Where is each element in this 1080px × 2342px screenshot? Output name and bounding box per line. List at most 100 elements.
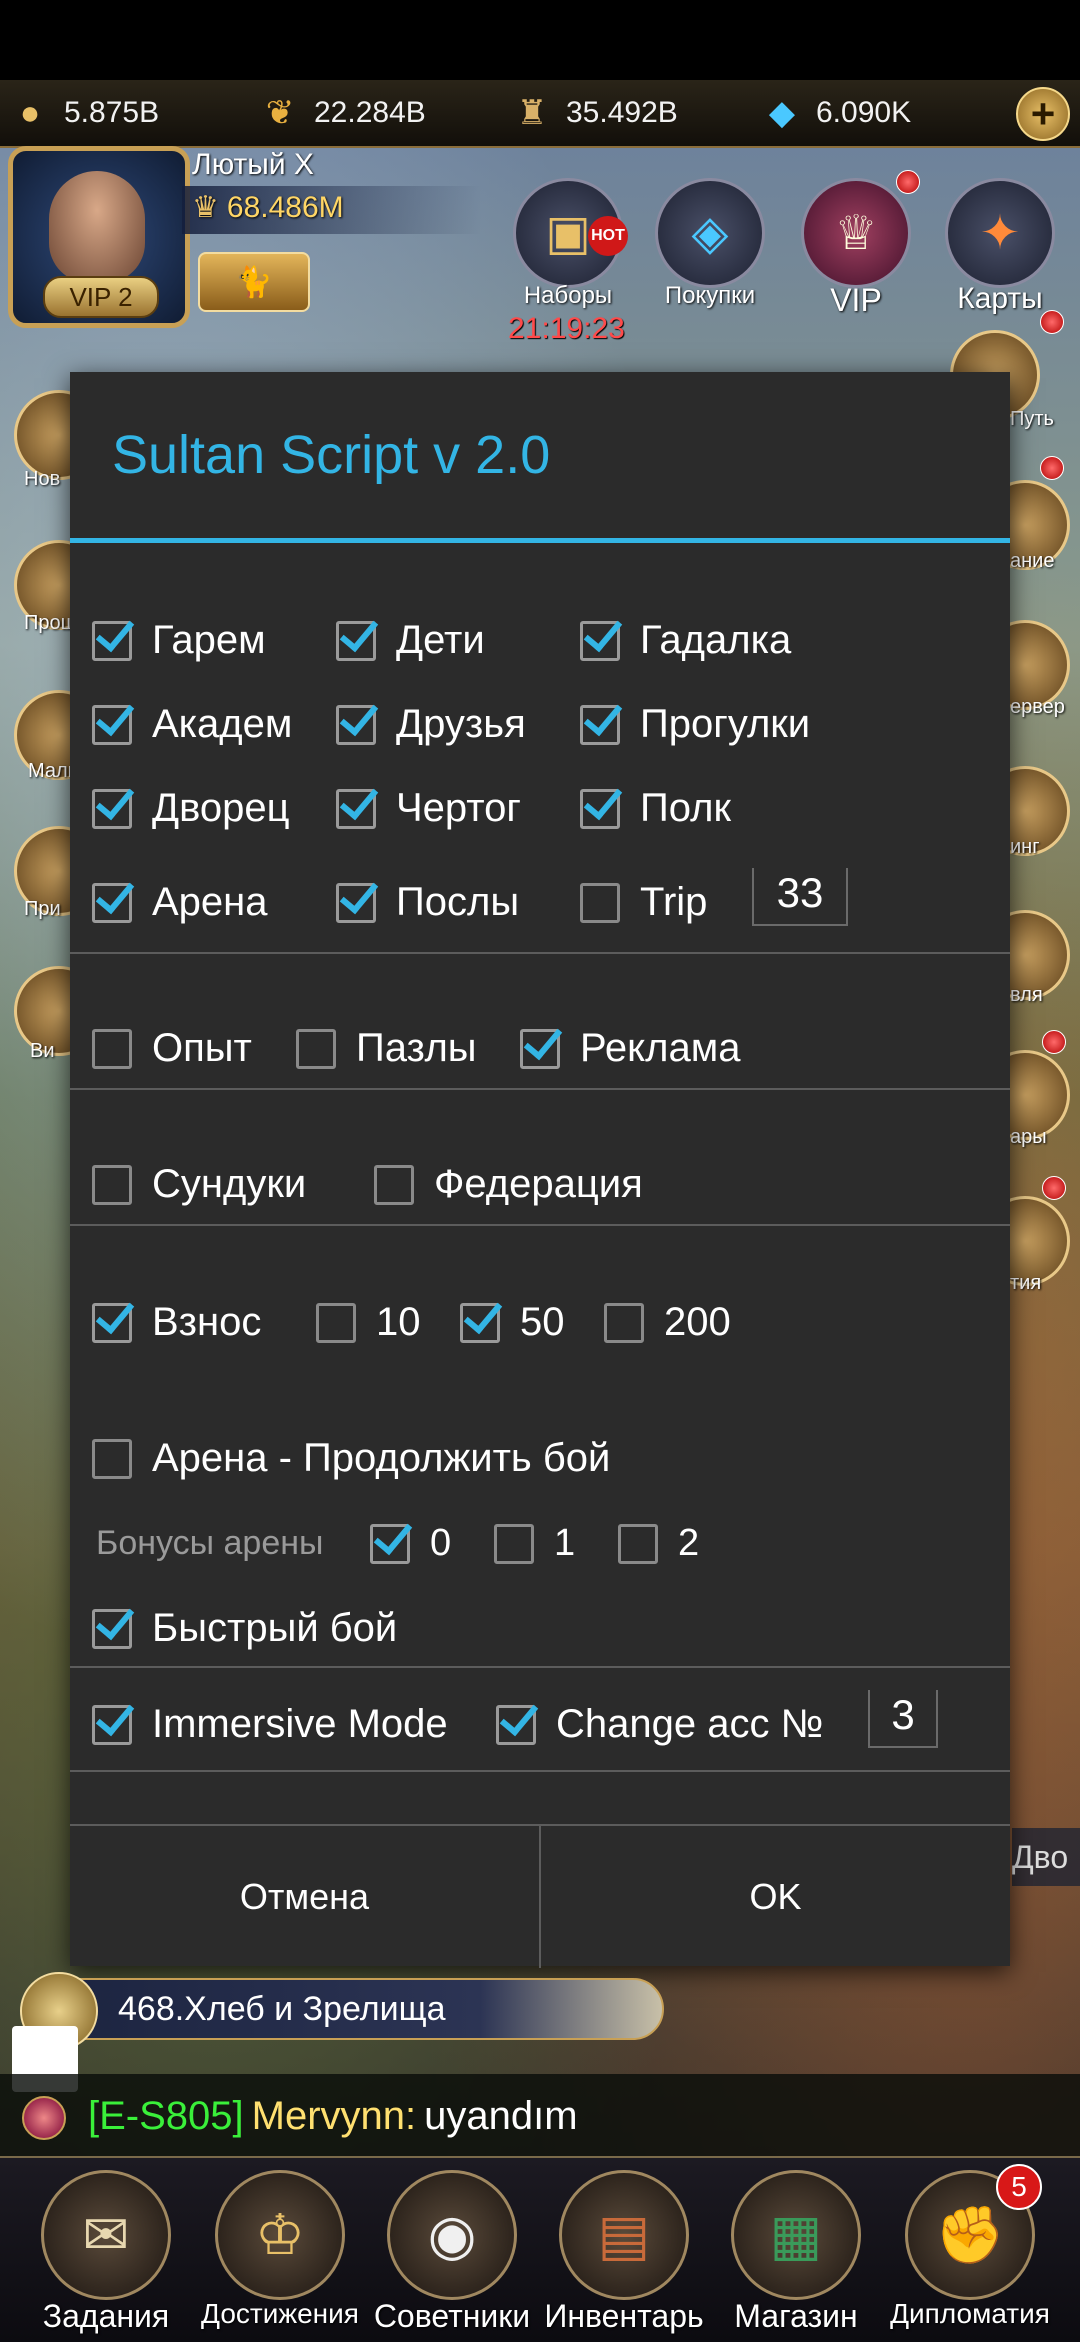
nav-diplomacy[interactable]: ✊ 5 Дипломатия: [884, 2158, 1056, 2330]
checkbox-regiment[interactable]: Полк: [580, 786, 731, 831]
soldiers-resource: ♜ 35.492B: [510, 80, 678, 146]
food-value: 22.284B: [314, 96, 426, 129]
nav-shop-label: Магазин: [734, 2298, 858, 2334]
checkbox-box: [496, 1704, 536, 1745]
checkbox-immersive-mode[interactable]: Immersive Mode: [92, 1702, 448, 1747]
checkbox-chests[interactable]: Сундуки: [92, 1162, 306, 1207]
side-label-events: тия: [1010, 1272, 1042, 1294]
account-number-input[interactable]: 3: [868, 1690, 938, 1748]
notification-dot: [1042, 1030, 1066, 1054]
section-separator: [70, 1666, 1010, 1668]
checkbox-academy[interactable]: Академ: [92, 702, 292, 747]
gems-value: 6.090K: [816, 96, 912, 129]
notification-dot: [1042, 1176, 1066, 1200]
checkbox-box: [92, 1028, 132, 1069]
checkbox-contribution-50[interactable]: 50: [460, 1300, 565, 1345]
dialog-button-row: Отмена OK: [70, 1824, 1010, 1968]
section-separator: [70, 952, 1010, 954]
vip-event-button[interactable]: ♕ VIP: [796, 178, 916, 319]
quest-bar[interactable]: 468.Хлеб и Зрелища: [54, 1978, 664, 2040]
notification-dot: [896, 170, 920, 194]
checkbox-exp[interactable]: Опыт: [92, 1026, 252, 1071]
checkbox-fortune[interactable]: Гадалка: [580, 618, 791, 663]
checkbox-box: [92, 1608, 132, 1649]
checkbox-box: [604, 1302, 644, 1343]
checkbox-federation[interactable]: Федерация: [374, 1162, 643, 1207]
food-resource: ❦ 22.284B: [258, 80, 426, 146]
checkbox-label: Послы: [396, 880, 520, 924]
checkbox-label: Сундуки: [152, 1162, 307, 1206]
checkbox-label: Федерация: [434, 1162, 643, 1206]
checkbox-children[interactable]: Дети: [336, 618, 485, 663]
checkbox-envoys[interactable]: Послы: [336, 880, 519, 925]
checkbox-label: Дворец: [152, 786, 290, 830]
side-label-task: ание: [1010, 550, 1055, 572]
checkbox-box: [92, 1438, 132, 1479]
hot-badge: HOT: [588, 216, 628, 256]
checkbox-walks[interactable]: Прогулки: [580, 702, 810, 747]
script-settings-dialog: Sultan Script v 2.0 Гарем Дети Гадалка А…: [70, 372, 1010, 1968]
checkbox-bonus-1[interactable]: 1: [494, 1522, 575, 1565]
checkbox-box: [494, 1523, 534, 1564]
checkbox-ads[interactable]: Реклама: [520, 1026, 740, 1071]
pet-button[interactable]: 🐈: [198, 252, 310, 312]
side-label-gifts: ары: [1010, 1126, 1047, 1148]
checkbox-label: Дети: [396, 618, 485, 662]
coins-resource: ● 5.875B: [8, 80, 159, 146]
add-resource-button[interactable]: +: [1016, 87, 1070, 141]
purchases-event-button[interactable]: ◈ Покупки: [650, 178, 770, 310]
nav-advisors[interactable]: ◉ Советники: [366, 2158, 538, 2335]
cat-icon: 🐈: [235, 265, 273, 299]
princess-icon: ♕: [801, 178, 911, 288]
sets-event-button[interactable]: ▣ HOT Наборы: [508, 178, 628, 310]
checkbox-box: [580, 704, 620, 745]
checkbox-label: 50: [520, 1300, 565, 1344]
cards-event-button[interactable]: ✦ Карты: [940, 178, 1060, 316]
checkbox-label: Друзья: [396, 702, 526, 746]
nav-shop[interactable]: ▦ Магазин: [710, 2158, 882, 2335]
chat-username: Mervynn:: [251, 2094, 417, 2138]
checkbox-box: [316, 1302, 356, 1343]
checkbox-box: [92, 1164, 132, 1205]
player-name: Лютый X: [192, 148, 314, 181]
cancel-button[interactable]: Отмена: [70, 1826, 541, 1968]
chat-icon[interactable]: [22, 2096, 66, 2140]
checkbox-friends[interactable]: Друзья: [336, 702, 526, 747]
bag-icon: ▤: [559, 2170, 689, 2300]
checkbox-contribution-200[interactable]: 200: [604, 1300, 731, 1345]
checkbox-harem[interactable]: Гарем: [92, 618, 266, 663]
checkbox-contribution-10[interactable]: 10: [316, 1300, 421, 1345]
section-separator: [70, 1088, 1010, 1090]
checkbox-chamber[interactable]: Чертог: [336, 786, 521, 831]
checkbox-box: [520, 1028, 560, 1069]
resource-bar: ● 5.875B ❦ 22.284B ♜ 35.492B ◆ 6.090K +: [0, 80, 1080, 148]
checkbox-bonus-0[interactable]: 0: [370, 1522, 451, 1565]
helmet-icon: ♜: [516, 94, 548, 132]
nav-achievements[interactable]: ♔ Достижения: [194, 2158, 366, 2330]
checkbox-box: [336, 620, 376, 661]
diamond-icon: ◆: [768, 94, 796, 132]
nav-tasks[interactable]: ✉ Задания: [20, 2158, 192, 2335]
trip-value: 33: [776, 869, 824, 916]
section-separator: [70, 1770, 1010, 1772]
dialog-title: Sultan Script v 2.0: [112, 425, 551, 485]
checkbox-arena[interactable]: Арена: [92, 880, 268, 925]
checkbox-puzzles[interactable]: Пазлы: [296, 1026, 477, 1071]
checkbox-box: [92, 882, 132, 923]
checkbox-bonus-2[interactable]: 2: [618, 1522, 699, 1565]
nav-inventory[interactable]: ▤ Инвентарь: [538, 2158, 710, 2335]
checkbox-change-acc[interactable]: Change acc №: [496, 1702, 824, 1747]
avatar[interactable]: VIP 2: [8, 146, 190, 328]
notification-dot: [1040, 456, 1064, 480]
checkbox-trip[interactable]: Trip: [580, 880, 707, 925]
checkbox-contribution[interactable]: Взнос: [92, 1300, 261, 1345]
checkbox-palace[interactable]: Дворец: [92, 786, 290, 831]
ok-button[interactable]: OK: [541, 1826, 1010, 1968]
scroll-icon: ✉: [41, 2170, 171, 2300]
side-label-rating: инг: [1010, 836, 1040, 858]
checkbox-quick-battle[interactable]: Быстрый бой: [92, 1606, 397, 1651]
trip-input[interactable]: 33: [752, 868, 848, 926]
checkbox-arena-continue[interactable]: Арена - Продолжить бой: [92, 1436, 610, 1481]
palace-side-tab[interactable]: Дво: [1012, 1828, 1080, 1886]
checkbox-label: Быстрый бой: [152, 1606, 398, 1650]
